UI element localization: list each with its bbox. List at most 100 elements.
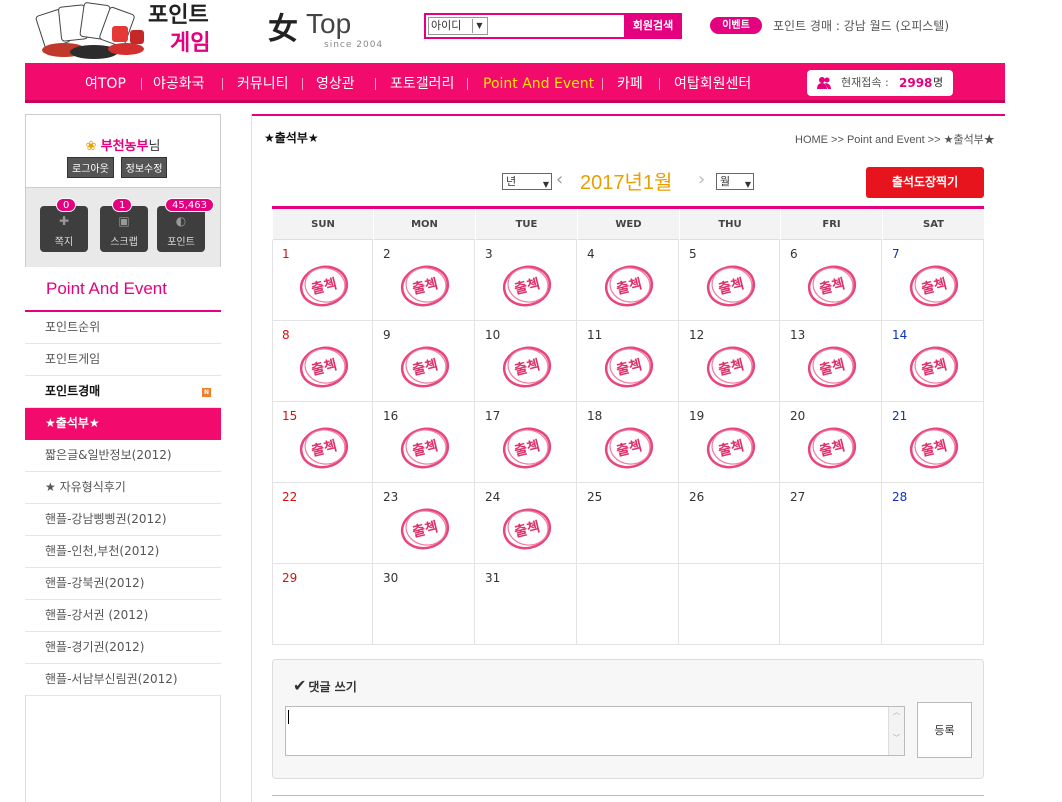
day-number: 8 [282, 328, 290, 342]
scroll-up-icon: ︿ [893, 708, 900, 716]
calendar-day[interactable]: 25 [577, 483, 679, 564]
day-number: 30 [383, 571, 399, 585]
stamp-text: 출첵 [920, 356, 949, 379]
calendar-day[interactable]: 24 출첵 [475, 483, 577, 564]
message-count: 0 [56, 198, 77, 212]
chevron-down-icon: ▼ [472, 19, 486, 33]
nav-item-yagong[interactable]: 야공화국 [153, 63, 205, 103]
day-number: 13 [790, 328, 806, 342]
day-number: 3 [485, 247, 493, 261]
calendar-day[interactable]: 9 출첵 [373, 321, 475, 402]
point-game-logo[interactable]: 포인트 게임 [30, 0, 220, 62]
calendar-day[interactable]: 20 출첵 [780, 402, 882, 483]
calendar-day[interactable]: 6 출첵 [780, 240, 882, 321]
comment-box: ✔ 댓글 쓰기 ︿ ﹀ 등록 [272, 659, 984, 779]
calendar-day[interactable]: 18 출첵 [577, 402, 679, 483]
nav-divider [467, 78, 468, 90]
calendar-day[interactable]: 3 출첵 [475, 240, 577, 321]
stamp-text: 출첵 [411, 275, 440, 298]
sidebar-item-point-auction[interactable]: 포인트경매 N [25, 376, 221, 408]
weekday-6: SAT [882, 209, 984, 240]
comment-textarea[interactable]: ︿ ﹀ [285, 706, 905, 756]
member-search-button[interactable]: 회원검색 [624, 13, 682, 39]
calendar-day[interactable]: 2 출첵 [373, 240, 475, 321]
scrap-button[interactable]: 1 ▣ 스크랩 [100, 198, 148, 252]
sidebar-item-gangseo[interactable]: 핸플-강서권 (2012) [25, 600, 221, 632]
point-button[interactable]: 45,463 ◐ 포인트 [157, 198, 214, 252]
weekday-4: THU [679, 209, 780, 240]
calendar-day[interactable]: 30 [373, 564, 475, 645]
next-month-button[interactable]: › [698, 169, 705, 190]
weekday-0: SUN [272, 209, 373, 240]
sidebar-item-attendance[interactable]: ★출석부★ [25, 408, 221, 440]
calendar-day[interactable]: 8 출첵 [272, 321, 373, 402]
calendar-day[interactable]: 27 [780, 483, 882, 564]
month-select[interactable]: 월 ▼ [716, 173, 754, 190]
logout-button[interactable]: 로그아웃 [67, 157, 114, 178]
calendar-day[interactable]: 28 [882, 483, 984, 564]
calendar-day[interactable]: 1 출첵 [272, 240, 373, 321]
calendar-day[interactable]: 26 [679, 483, 780, 564]
calendar-day[interactable]: 19 출첵 [679, 402, 780, 483]
weekday-header: SUN MON TUE WED THU FRI SAT [272, 209, 984, 240]
calendar-day[interactable]: 4 출첵 [577, 240, 679, 321]
nav-item-point-event[interactable]: Point And Event [483, 63, 594, 103]
event-badge[interactable]: 이벤트 [710, 17, 762, 34]
year-select[interactable]: 년 ▼ [502, 173, 552, 190]
stamp-text: 출첵 [818, 356, 847, 379]
sidebar-item-short-post[interactable]: 짧은글&일반정보(2012) [25, 440, 221, 472]
calendar-day[interactable]: 29 [272, 564, 373, 645]
attendance-stamp-button[interactable]: 출석도장찍기 [866, 167, 984, 198]
nav-item-yeotop[interactable]: 여TOP [85, 63, 126, 103]
calendar-day[interactable]: 14 출첵 [882, 321, 984, 402]
day-number: 11 [587, 328, 603, 342]
calendar-day[interactable]: 13 출첵 [780, 321, 882, 402]
sidebar-item-incheon[interactable]: 핸플-인천,부천(2012) [25, 536, 221, 568]
yeotop-logo[interactable]: 女 Top since 2004 [268, 4, 398, 54]
nav-item-photo[interactable]: 포토갤러리 [390, 63, 454, 103]
attendance-stamp-icon: 출첵 [909, 427, 959, 469]
calendar-day[interactable]: 15 출첵 [272, 402, 373, 483]
edit-profile-button[interactable]: 정보수정 [120, 157, 168, 178]
attendance-stamp-icon: 출첵 [604, 346, 654, 388]
day-number: 20 [790, 409, 806, 423]
textarea-scrollbar[interactable]: ︿ ﹀ [888, 707, 904, 755]
sidebar-item-gangbuk[interactable]: 핸플-강북권(2012) [25, 568, 221, 600]
calendar-day[interactable]: 5 출첵 [679, 240, 780, 321]
calendar-day[interactable]: 23 출첵 [373, 483, 475, 564]
stamp-text: 출첵 [411, 437, 440, 460]
calendar-day[interactable]: 17 출첵 [475, 402, 577, 483]
calendar-day[interactable]: 12 출첵 [679, 321, 780, 402]
nav-item-member-center[interactable]: 여탑회원센터 [674, 63, 751, 103]
search-type-select[interactable]: 아이디 ▼ [428, 17, 488, 35]
submit-comment-button[interactable]: 등록 [917, 702, 972, 758]
calendar-day[interactable]: 7 출첵 [882, 240, 984, 321]
event-ticker[interactable]: 포인트 경매 : 강남 월드 (오피스텔) [773, 17, 949, 34]
sidebar-item-free-review[interactable]: ★ 자유형식후기 [25, 472, 221, 504]
prev-month-button[interactable]: ‹ [556, 169, 563, 190]
weekday-2: TUE [475, 209, 577, 240]
sidebar-item-point-game[interactable]: 포인트게임 [25, 344, 221, 376]
calendar-day[interactable]: 21 출첵 [882, 402, 984, 483]
logo-line1: 포인트 [148, 3, 209, 28]
sidebar-item-point-rank[interactable]: 포인트순위 [25, 312, 221, 344]
calendar-day[interactable]: 10 출첵 [475, 321, 577, 402]
sidebar-item-gangnam[interactable]: 핸플-강남삥삥권(2012) [25, 504, 221, 536]
calendar-day[interactable]: 31 [475, 564, 577, 645]
sidebar-item-seonam[interactable]: 핸플-서남부신림권(2012) [25, 664, 221, 696]
top-header: 포인트 게임 女 Top since 2004 아이디 ▼ 회원검색 이벤트 포… [0, 0, 1062, 62]
nav-item-cafe[interactable]: 카페 [617, 63, 643, 103]
breadcrumb: HOME >> Point and Event >> ★출석부★ [795, 134, 995, 146]
bottom-divider [272, 795, 984, 796]
day-number: 14 [892, 328, 908, 342]
calendar-day[interactable]: 16 출첵 [373, 402, 475, 483]
nav-item-video[interactable]: 영상관 [316, 63, 355, 103]
sidebar-item-gyeonggi[interactable]: 핸플-경기권(2012) [25, 632, 221, 664]
stamp-text: 출첵 [411, 518, 440, 541]
message-button[interactable]: 0 ✚ 쪽지 [40, 198, 88, 252]
calendar-day[interactable]: 22 [272, 483, 373, 564]
calendar-day[interactable]: 11 출첵 [577, 321, 679, 402]
nav-item-community[interactable]: 커뮤니티 [237, 63, 289, 103]
day-number: 29 [282, 571, 298, 585]
day-number: 19 [689, 409, 705, 423]
